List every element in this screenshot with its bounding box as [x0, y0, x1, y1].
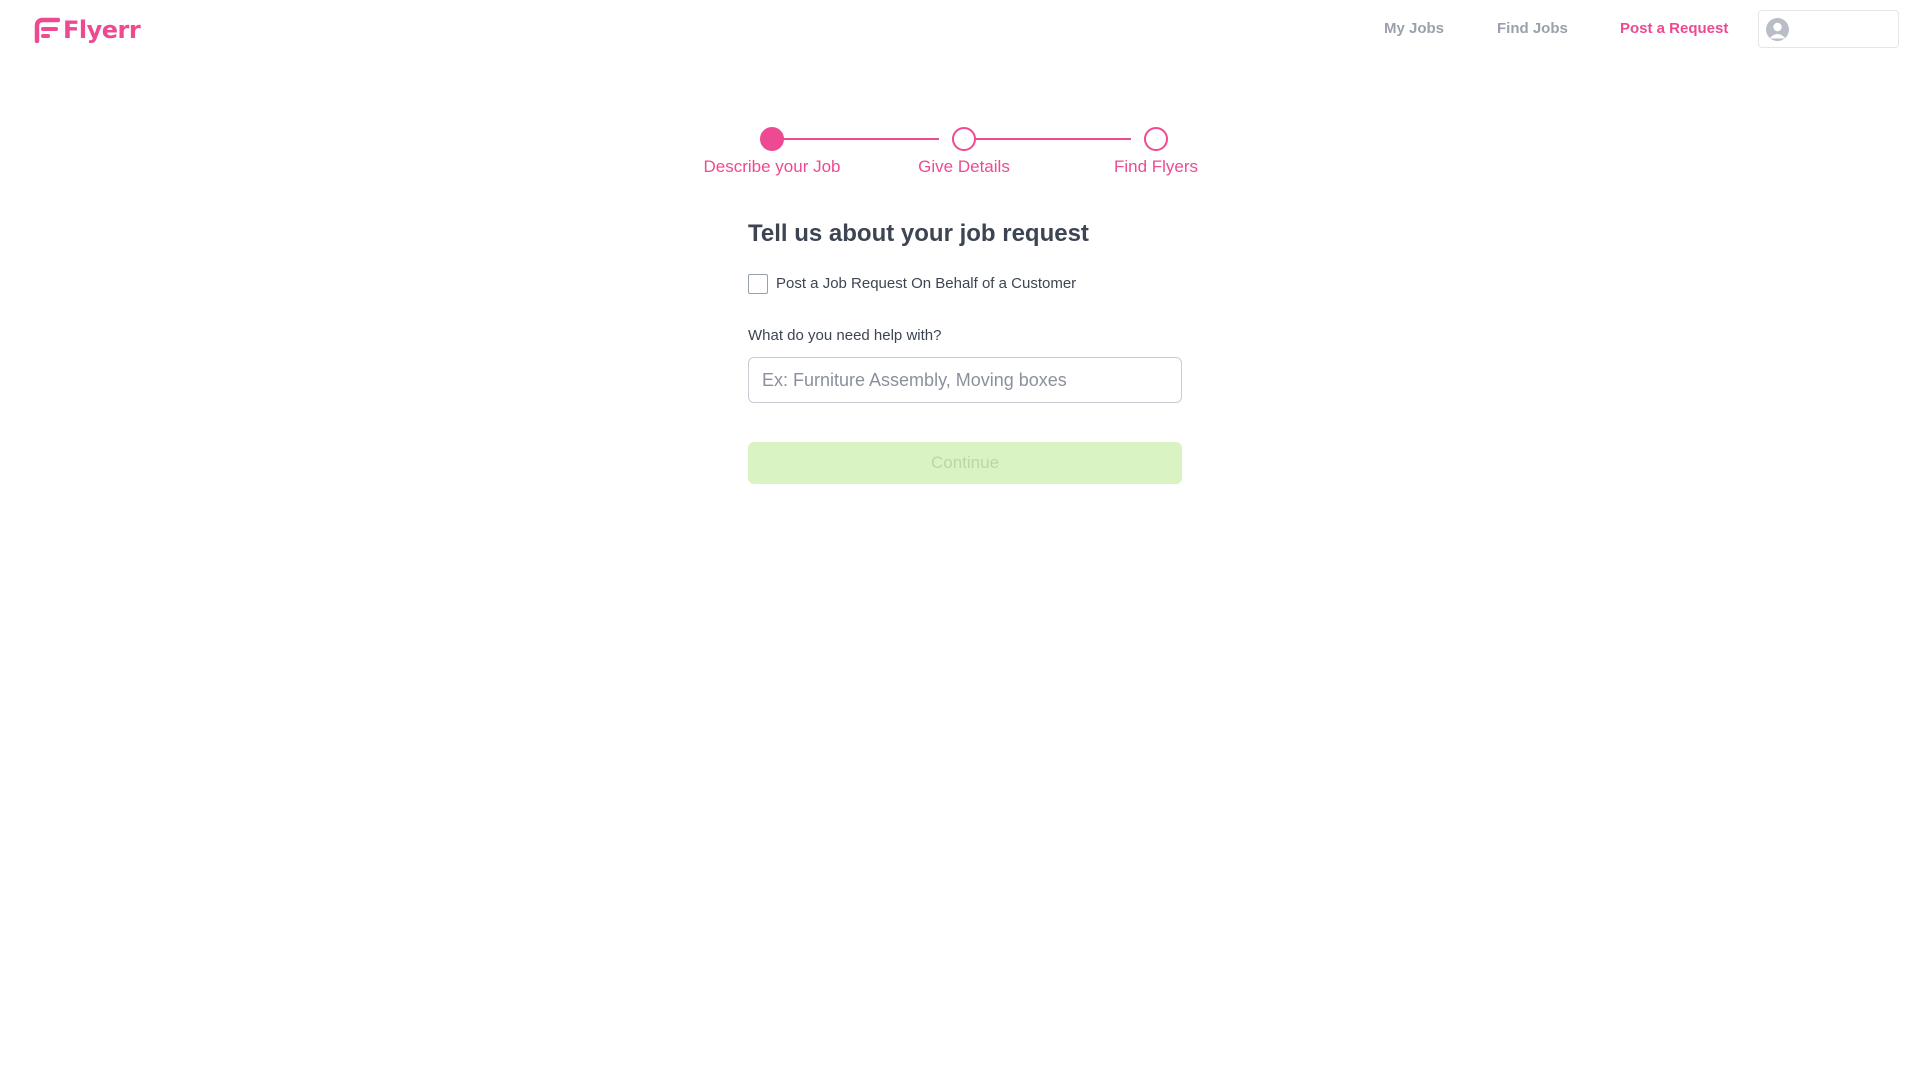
step-3-label: Find Flyers — [1113, 157, 1199, 176]
user-avatar-icon — [1766, 18, 1789, 41]
top-navbar: Flyerr My Jobs Find Jobs Post a Request — [0, 0, 1920, 58]
step-2-label: Give Details — [918, 157, 1010, 176]
continue-button[interactable]: Continue — [748, 442, 1182, 484]
flyerr-logo-icon — [34, 17, 60, 43]
step-3-indicator — [1144, 127, 1168, 151]
step-1-indicator — [760, 127, 784, 151]
account-menu-button[interactable] — [1758, 10, 1899, 48]
job-request-form: Tell us about your job request Post a Jo… — [748, 218, 1182, 484]
nav-find-jobs[interactable]: Find Jobs — [1497, 18, 1568, 40]
flyerr-logo[interactable]: Flyerr — [34, 16, 141, 44]
step-connector — [965, 138, 1131, 140]
help-field-label: What do you need help with? — [748, 327, 942, 344]
help-needed-input[interactable] — [748, 357, 1182, 403]
flyerr-logo-text: Flyerr — [63, 16, 141, 44]
step-connector — [773, 138, 939, 140]
step-1-label: Describe your Job — [703, 157, 841, 176]
page-title: Tell us about your job request — [748, 220, 1089, 247]
step-2-indicator — [952, 127, 976, 151]
nav-my-jobs[interactable]: My Jobs — [1384, 18, 1444, 40]
behalf-of-customer-option[interactable]: Post a Job Request On Behalf of a Custom… — [748, 274, 1076, 294]
progress-stepper: Describe your Job Give Details Find Flye… — [700, 124, 1220, 184]
nav-post-a-request[interactable]: Post a Request — [1620, 18, 1728, 40]
behalf-of-customer-label: Post a Job Request On Behalf of a Custom… — [776, 275, 1077, 292]
behalf-of-customer-checkbox[interactable] — [748, 274, 768, 294]
